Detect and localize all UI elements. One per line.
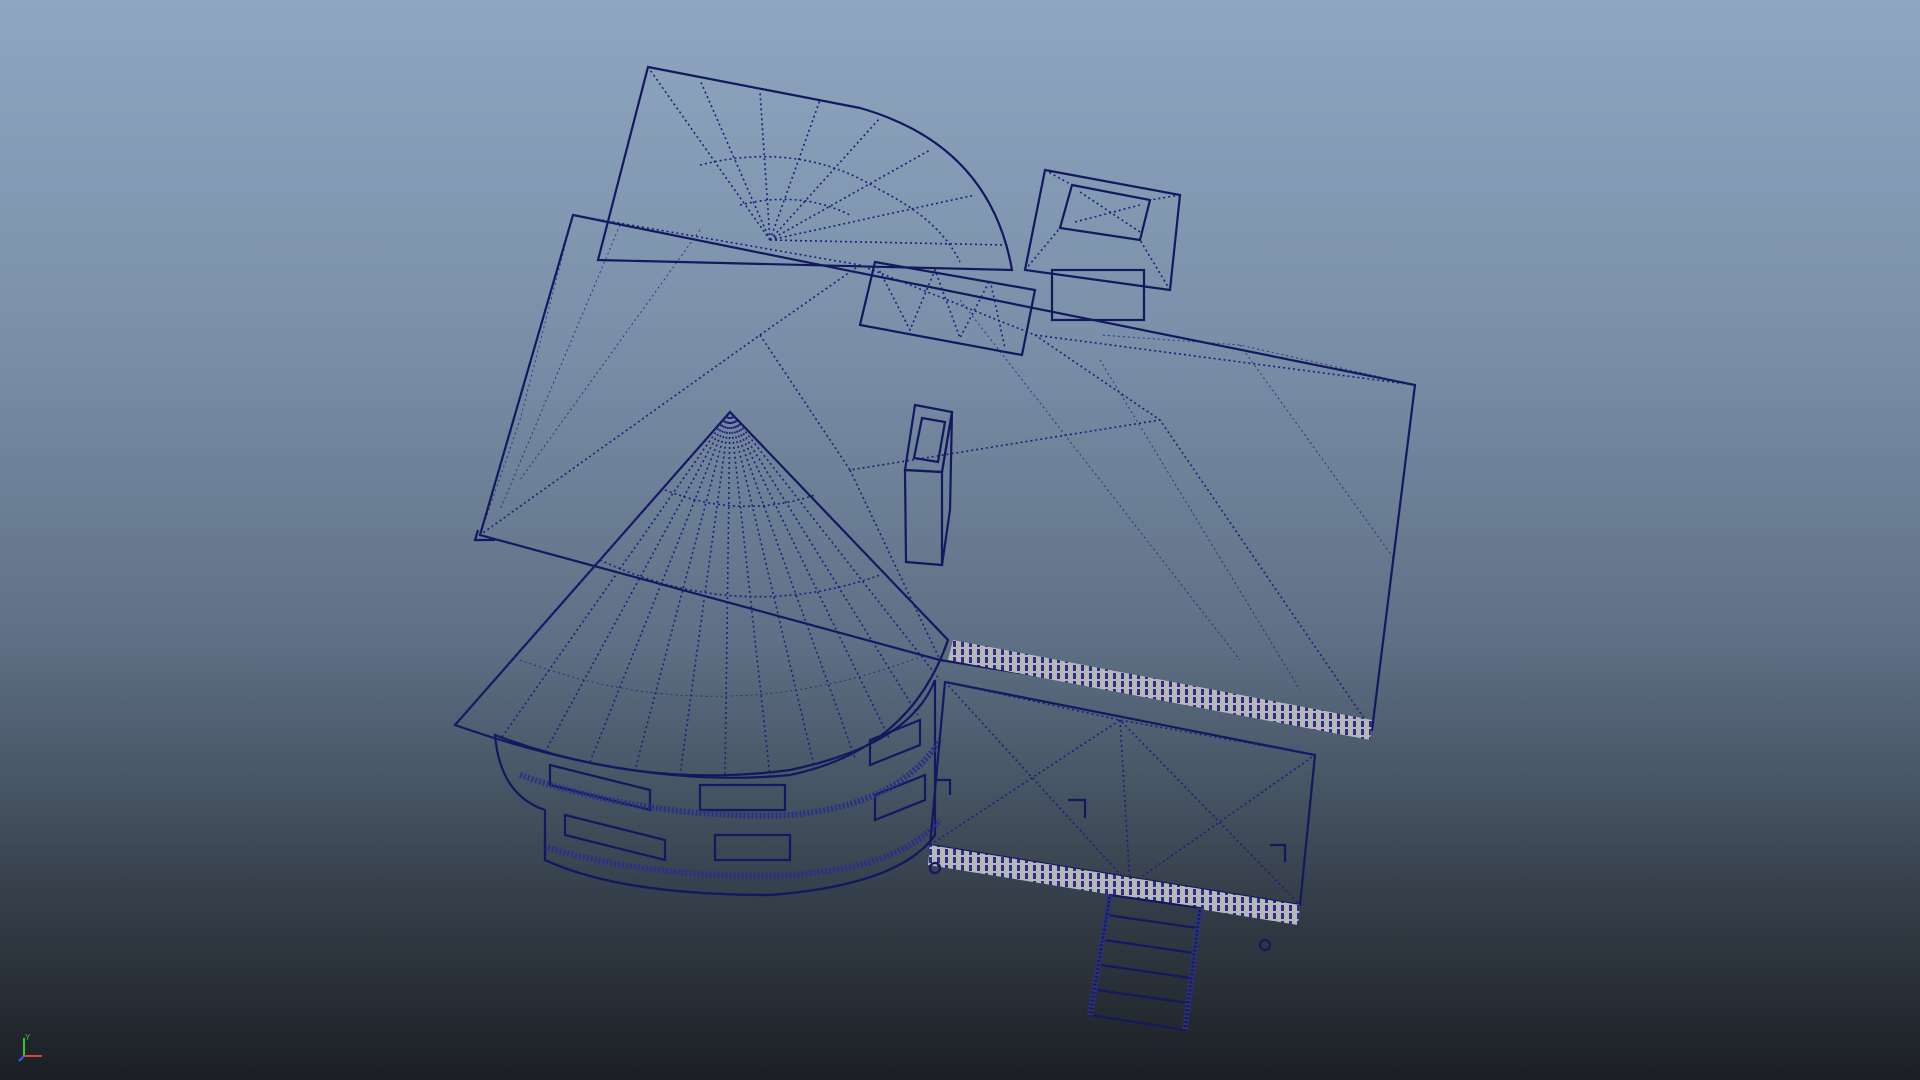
axis-y-label: Y xyxy=(25,1033,31,1042)
porch-steps[interactable] xyxy=(1087,893,1203,1032)
3d-viewport[interactable]: Y xyxy=(0,0,1920,1080)
front-porch-roof[interactable] xyxy=(928,680,1317,952)
main-hip-roof[interactable] xyxy=(473,213,1417,740)
chimney[interactable] xyxy=(903,403,954,567)
axis-gizmo-icon: Y xyxy=(18,1033,42,1062)
house-model[interactable] xyxy=(0,0,1920,1080)
turret-walls-with-windows[interactable] xyxy=(493,679,943,897)
cupola[interactable] xyxy=(1023,168,1182,322)
rear-curved-roof[interactable] xyxy=(596,65,1014,272)
